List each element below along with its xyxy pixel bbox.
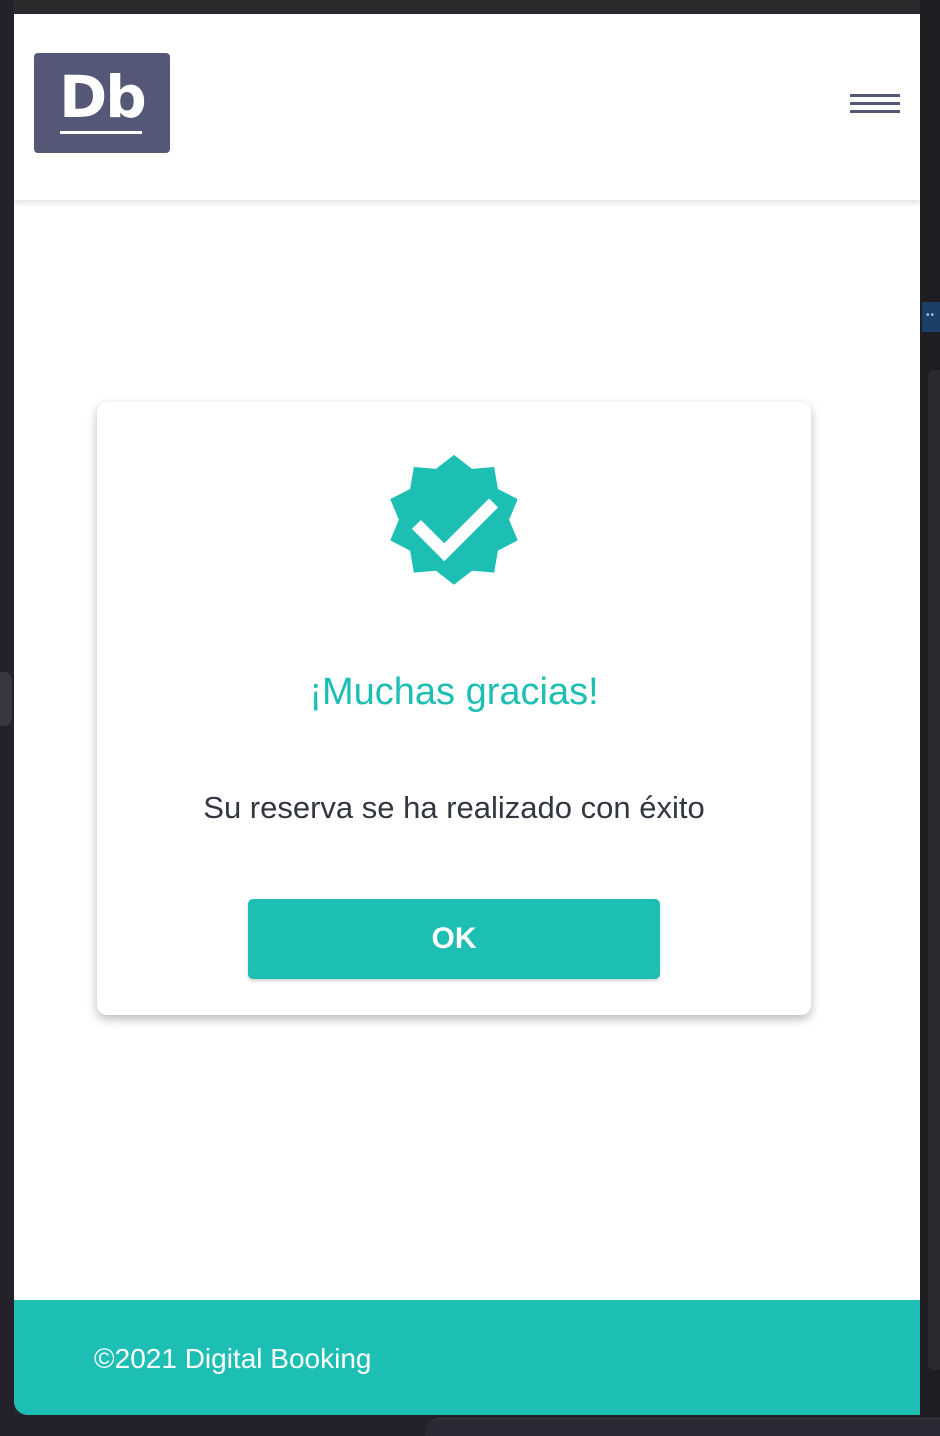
brand-logo[interactable]: Db [34,53,170,153]
verified-check-badge-icon [390,454,518,585]
side-panel-handle[interactable] [0,672,12,726]
site-footer: ©2021 Digital Booking [14,1300,920,1415]
app-window: Db ¡Muchas gracias! Su reserva se ha rea… [14,14,920,1415]
logo-text: Db [59,63,147,131]
ok-button[interactable]: OK [248,899,660,979]
menu-line [850,102,900,105]
modal-title: ¡Muchas gracias! [309,671,599,713]
more-dots-icon: •• [926,310,936,321]
site-header: Db [14,14,920,200]
booking-success-modal: ¡Muchas gracias! Su reserva se ha realiz… [97,402,811,1015]
logo-underline [60,131,142,134]
footer-copyright: ©2021 Digital Booking [94,1343,372,1374]
background-window-edge [928,370,940,1370]
taskbar [425,1418,940,1436]
badge-shape [390,454,518,585]
hamburger-menu-icon[interactable] [844,94,900,124]
menu-line [850,110,900,113]
modal-message: Su reserva se ha realizado con éxito [203,790,705,825]
menu-line [850,94,900,97]
window-top-edge [0,0,940,12]
